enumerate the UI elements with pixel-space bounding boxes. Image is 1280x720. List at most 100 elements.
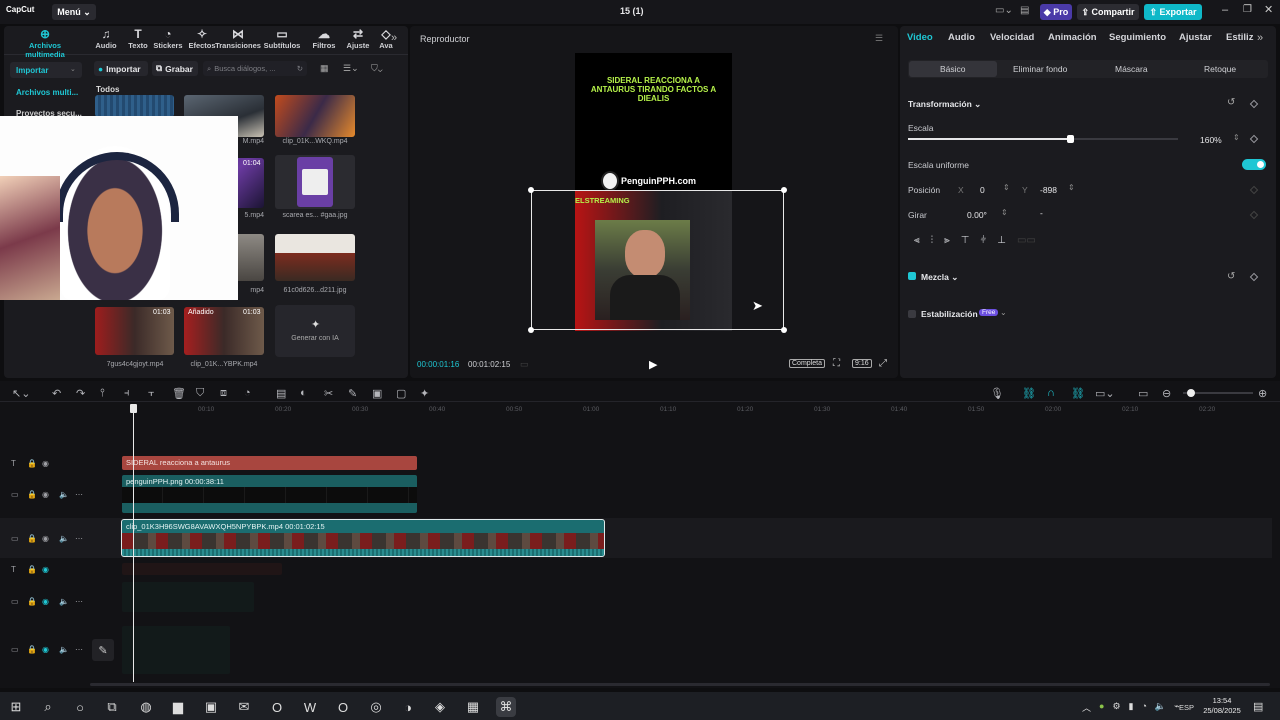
lock-icon[interactable]: 🔒 bbox=[27, 534, 37, 543]
mic-icon[interactable]: 🎙 bbox=[990, 387, 1004, 400]
fullscreen-icon[interactable]: ⤢ bbox=[879, 358, 887, 369]
opera-icon[interactable]: O bbox=[267, 697, 287, 717]
sidebar-item-files[interactable]: Archivos multi... bbox=[16, 88, 78, 97]
transform-heading[interactable]: Transformación ⌄ bbox=[908, 99, 981, 110]
more-icon[interactable]: ⋯ bbox=[75, 534, 83, 543]
playhead-handle[interactable] bbox=[130, 404, 137, 413]
more-icon[interactable]: ⋯ bbox=[75, 597, 83, 606]
stepper-icon[interactable]: ⇕ bbox=[1003, 183, 1010, 192]
reset-icon[interactable]: ↺ bbox=[1227, 271, 1235, 282]
tabs-more-icon[interactable]: » bbox=[1257, 32, 1263, 44]
screen-icon[interactable]: ▢ bbox=[396, 387, 406, 400]
store-icon[interactable]: ▣ bbox=[201, 697, 221, 717]
mirror-icon[interactable]: ◐ bbox=[300, 387, 307, 399]
stepper-icon[interactable]: ⇕ bbox=[1068, 183, 1075, 192]
link-icon[interactable]: ⛓ bbox=[1022, 387, 1036, 400]
start-icon[interactable]: ⊞ bbox=[6, 697, 26, 717]
tool-subtítulos[interactable]: ▭ Subtítulos bbox=[262, 27, 302, 50]
app-icon[interactable]: ◈ bbox=[430, 697, 450, 717]
crop-icon[interactable]: ⧈ bbox=[220, 387, 227, 400]
subtab-2[interactable]: Máscara bbox=[1115, 64, 1148, 74]
playhead[interactable] bbox=[133, 404, 134, 682]
chrome-icon[interactable]: ◎ bbox=[366, 697, 386, 717]
align-middle-icon[interactable]: ⫩ bbox=[981, 235, 987, 246]
audio-icon[interactable]: 🔈 bbox=[59, 645, 69, 654]
tab-4[interactable]: Seguimiento bbox=[1109, 32, 1166, 43]
app-icon[interactable]: ▦ bbox=[463, 697, 483, 717]
tray-app-icon[interactable]: ● bbox=[1099, 701, 1104, 714]
menu-button[interactable]: Menú ⌄ bbox=[52, 4, 96, 20]
chain-icon[interactable]: ⛓ bbox=[1071, 387, 1085, 400]
visibility-icon[interactable]: ◉ bbox=[42, 459, 49, 468]
fit-icon[interactable]: ⛶ bbox=[833, 358, 840, 369]
uniform-scale-toggle[interactable] bbox=[1242, 159, 1266, 170]
media-thumb[interactable] bbox=[275, 95, 355, 137]
volume-icon[interactable]: 🔈 bbox=[1155, 701, 1166, 714]
tab-1[interactable]: Audio bbox=[948, 32, 975, 43]
export-button[interactable]: ⇧ Exportar bbox=[1144, 4, 1202, 20]
subtab-3[interactable]: Retoque bbox=[1204, 64, 1236, 74]
caption-icon[interactable]: ▣ bbox=[372, 387, 382, 400]
split-right-icon[interactable]: ⫟ bbox=[148, 387, 155, 400]
text-clip[interactable]: SIDERAL reacciona a antaurus bbox=[122, 456, 417, 470]
app-icon[interactable]: ◑ bbox=[398, 697, 418, 717]
redo-icon[interactable]: ↷ bbox=[76, 387, 85, 400]
maximize-icon[interactable]: ❐ bbox=[1243, 4, 1252, 15]
align-bottom-icon[interactable]: ⊥ bbox=[997, 235, 1006, 246]
distribute-icon[interactable]: ▭▭ bbox=[1017, 235, 1036, 246]
magic-icon[interactable]: ✎ bbox=[348, 387, 357, 400]
tab-5[interactable]: Ajustar bbox=[1179, 32, 1212, 43]
play-icon[interactable]: ▶ bbox=[649, 358, 657, 371]
y-input[interactable]: -898 bbox=[1040, 185, 1057, 195]
delete-icon[interactable]: 🗑 bbox=[172, 387, 186, 400]
audio-icon[interactable]: 🔈 bbox=[59, 597, 69, 606]
more-tools-icon[interactable]: ✦ bbox=[420, 387, 429, 400]
battery-icon[interactable]: ▮ bbox=[1129, 701, 1134, 714]
resize-handle[interactable] bbox=[528, 327, 534, 333]
mail-icon[interactable]: ✉ bbox=[234, 697, 254, 717]
shortcut-icon[interactable]: ▤ bbox=[1020, 5, 1029, 16]
reset-icon[interactable]: ↺ bbox=[1227, 97, 1235, 108]
zoom-knob[interactable] bbox=[1187, 389, 1195, 397]
media-thumb[interactable] bbox=[275, 234, 355, 281]
undo-icon[interactable]: ↶ bbox=[52, 387, 61, 400]
selection-box[interactable] bbox=[531, 190, 784, 330]
main-video-clip[interactable]: clip_01K3H96SWG8AVAWXQH5NPYBPK.mp4 00:01… bbox=[121, 519, 605, 557]
clock[interactable]: 13:54 25/08/2025 bbox=[1200, 696, 1244, 716]
lock-icon[interactable]: 🔒 bbox=[27, 459, 37, 468]
subtab-1[interactable]: Eliminar fondo bbox=[1013, 64, 1067, 74]
align-top-icon[interactable]: ⊤ bbox=[961, 235, 970, 246]
align-left-icon[interactable]: ⫷ bbox=[914, 235, 920, 246]
hidden-video-clip[interactable] bbox=[122, 582, 254, 612]
hidden-text-clip[interactable] bbox=[122, 563, 282, 575]
scale-value[interactable]: 160% bbox=[1200, 135, 1222, 145]
stepper-icon[interactable]: ⇕ bbox=[1233, 133, 1240, 142]
tab-6[interactable]: Estiliz bbox=[1226, 32, 1253, 43]
zoom-slider[interactable] bbox=[1183, 389, 1253, 397]
rotate-flip-button[interactable]: - bbox=[1040, 208, 1043, 218]
edit-pencil-icon[interactable]: ✎ bbox=[92, 639, 114, 661]
lock-icon[interactable]: 🔒 bbox=[27, 645, 37, 654]
language-indicator[interactable]: ESP bbox=[1179, 703, 1194, 712]
edge-icon[interactable]: ◍ bbox=[136, 697, 156, 717]
search-icon[interactable]: ⌕ bbox=[38, 697, 58, 717]
sort-icon[interactable]: ☰⌄ bbox=[343, 63, 359, 74]
chevron-up-icon[interactable]: ︿ bbox=[1082, 701, 1091, 714]
tab-2[interactable]: Velocidad bbox=[990, 32, 1034, 43]
search-input[interactable]: ⌕ Busca diálogos, ... ↻ bbox=[203, 61, 307, 76]
visibility-icon[interactable]: ◉ bbox=[42, 565, 49, 574]
minimize-icon[interactable]: – bbox=[1222, 4, 1228, 16]
sticker-clip[interactable]: penguinPPH.png 00:00:38:11 bbox=[122, 475, 417, 513]
rotate-input[interactable]: 0.00° bbox=[967, 210, 987, 220]
x-input[interactable]: 0 bbox=[980, 185, 985, 195]
tab-0[interactable]: Video bbox=[907, 32, 933, 43]
tab-3[interactable]: Animación bbox=[1048, 32, 1097, 43]
visibility-icon[interactable]: ◉ bbox=[42, 534, 49, 543]
network-icon[interactable]: ◔ bbox=[1141, 701, 1146, 714]
opera-gx-icon[interactable]: O bbox=[333, 697, 353, 717]
app-icon[interactable]: W bbox=[300, 697, 320, 717]
audio-icon[interactable]: 🔈 bbox=[59, 490, 69, 499]
lock-icon[interactable]: 🔒 bbox=[27, 597, 37, 606]
blend-heading[interactable]: Mezcla ⌄ bbox=[921, 272, 958, 283]
resize-handle[interactable] bbox=[781, 327, 787, 333]
